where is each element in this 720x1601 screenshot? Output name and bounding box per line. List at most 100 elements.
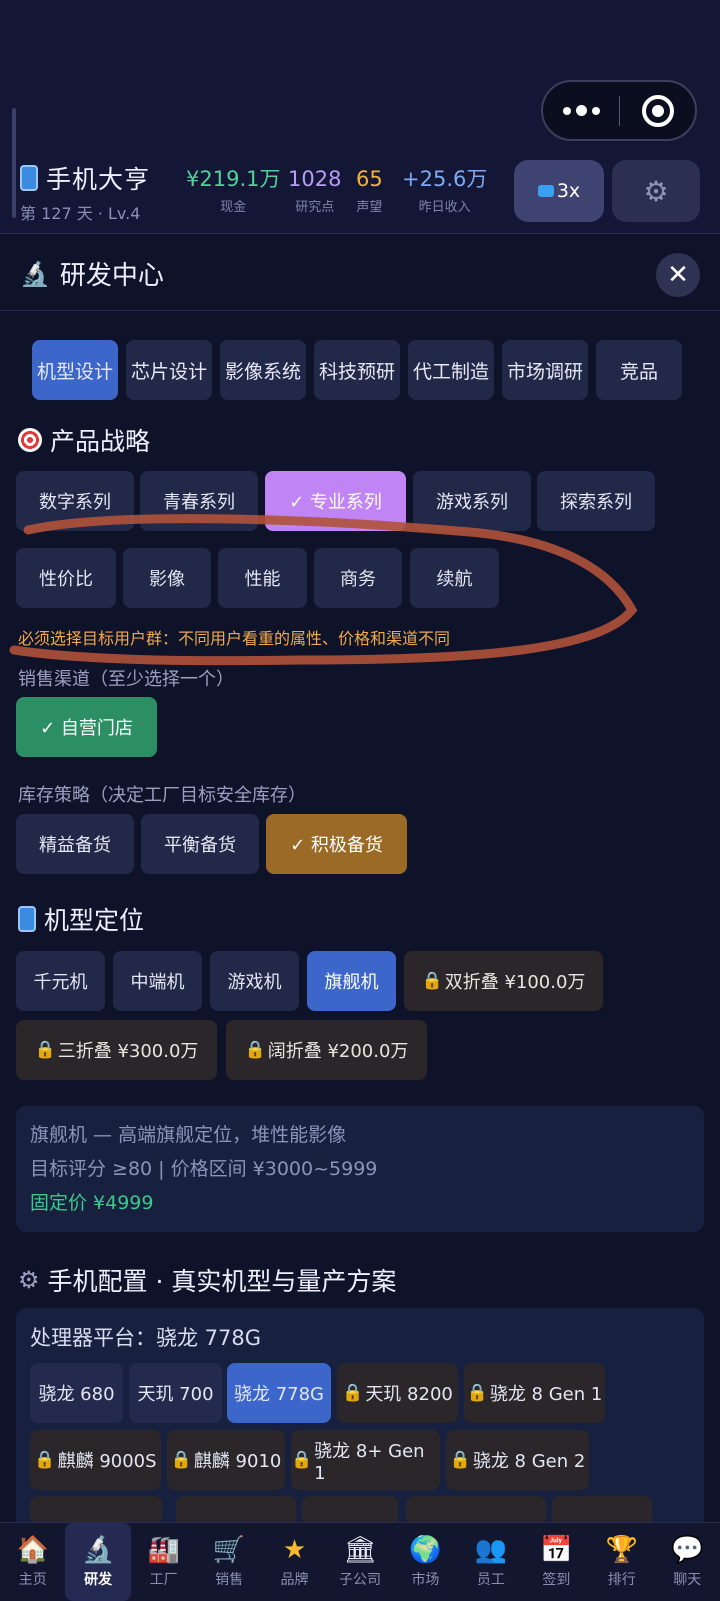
nav-chat[interactable]: 💬 聊天	[655, 1523, 720, 1601]
inventory-aggressive[interactable]: ✓ 积极备货	[266, 814, 407, 874]
lock-icon: 🔒	[34, 1040, 56, 1060]
stat-income: +25.6万 昨日收入	[402, 166, 487, 215]
tier-midrange[interactable]: 中端机	[113, 951, 202, 1011]
tier-dual-fold[interactable]: 🔒 双折叠 ¥100.0万	[404, 951, 603, 1011]
stat-research-value: 1028	[288, 167, 342, 191]
chip-option-locked[interactable]: 🔒 骁龙 8+ Gen 1	[291, 1430, 440, 1490]
trophy-icon: 🏆	[605, 1535, 638, 1565]
chip-option-selected[interactable]: 骁龙 778G	[227, 1363, 331, 1423]
nav-checkin-label: 签到	[542, 1572, 571, 1588]
nav-market[interactable]: 🌍 市场	[393, 1523, 458, 1601]
tier-tri-fold-label: 三折叠 ¥300.0万	[57, 1041, 199, 1062]
chip-option-locked[interactable]: 🔒 骁龙 8 Gen 1	[464, 1363, 605, 1423]
nav-checkin[interactable]: 📅 签到	[524, 1523, 589, 1601]
nav-brand[interactable]: ★ 品牌	[262, 1523, 327, 1601]
nav-brand-label: 品牌	[280, 1572, 309, 1588]
building-icon: 🏛	[343, 1535, 377, 1565]
series-pro[interactable]: ✓ 专业系列	[265, 471, 406, 531]
stat-income-label: 昨日收入	[418, 200, 471, 215]
chip-option-label: 天玑 8200	[365, 1384, 453, 1405]
close-button[interactable]: ✕	[656, 253, 700, 297]
speed-button[interactable]: 3x	[514, 160, 604, 222]
config-title-text: 手机配置 · 真实机型与量产方案	[47, 1267, 397, 1296]
series-gaming[interactable]: 游戏系列	[413, 471, 531, 531]
stat-cash: ¥219.1万 现金	[186, 166, 280, 215]
lock-icon: 🔒	[170, 1450, 192, 1470]
tab-oem[interactable]: 代工制造	[408, 340, 494, 400]
stat-research-label: 研究点	[295, 200, 335, 215]
chip-option[interactable]: 天玑 700	[129, 1363, 222, 1423]
tier-wide-fold[interactable]: 🔒 阔折叠 ¥200.0万	[226, 1020, 427, 1080]
rd-tabs: 机型设计 芯片设计 影像系统 科技预研 代工制造 市场调研 竞品	[32, 340, 682, 400]
nav-chat-label: 聊天	[673, 1572, 702, 1588]
tab-tech-research[interactable]: 科技预研	[314, 340, 400, 400]
nav-subsidiary[interactable]: 🏛 子公司	[327, 1523, 392, 1601]
audience-performance[interactable]: 性能	[218, 548, 307, 608]
settings-button[interactable]: ⚙	[612, 160, 700, 222]
stat-reputation-value: 65	[356, 167, 383, 191]
panel-title-text: 研发中心	[59, 261, 164, 291]
channel-own-store[interactable]: ✓ 自营门店	[16, 697, 157, 757]
series-digital[interactable]: 数字系列	[16, 471, 134, 531]
nav-factory-label: 工厂	[149, 1572, 178, 1588]
nav-staff[interactable]: 👥 员工	[458, 1523, 523, 1601]
audience-value[interactable]: 性价比	[16, 548, 116, 608]
tier-flagship[interactable]: 旗舰机	[307, 951, 396, 1011]
chip-option-locked[interactable]: 🔒 麒麟 9000S	[30, 1430, 161, 1490]
config-title: ⚙ 手机配置 · 真实机型与量产方案	[18, 1262, 396, 1298]
nav-subsidiary-label: 子公司	[338, 1572, 381, 1588]
stat-research: 1028 研究点	[288, 166, 341, 215]
inventory-balanced[interactable]: 平衡备货	[141, 814, 259, 874]
tier-gaming[interactable]: 游戏机	[210, 951, 299, 1011]
series-explore[interactable]: 探索系列	[537, 471, 655, 531]
scroll-indicator	[12, 108, 16, 218]
tab-model-design[interactable]: 机型设计	[32, 340, 118, 400]
close-program-icon[interactable]	[620, 94, 695, 127]
info-line-1: 旗舰机 — 高端旗舰定位，堆性能影像	[30, 1124, 347, 1146]
chip-option-label: 麒麟 9000S	[57, 1451, 157, 1472]
chip-option-locked[interactable]: 🔒 骁龙 8 Gen 2	[446, 1430, 589, 1490]
positioning-info-card: 旗舰机 — 高端旗舰定位，堆性能影像 目标评分 ≥80 | 价格区间 ¥3000…	[16, 1106, 704, 1232]
nav-home[interactable]: 🏠 主页	[0, 1523, 65, 1601]
tab-imaging[interactable]: 影像系统	[220, 340, 306, 400]
audience-battery[interactable]: 续航	[410, 548, 499, 608]
chip-option-locked[interactable]: 🔒 麒麟 9010	[167, 1430, 285, 1490]
chip-option-label: 麒麟 9010	[193, 1451, 282, 1472]
nav-ranking[interactable]: 🏆 排行	[589, 1523, 654, 1601]
info-fixed-price: 固定价 ¥4999	[30, 1192, 154, 1214]
tab-chip-design[interactable]: 芯片设计	[126, 340, 212, 400]
nav-research[interactable]: 🔬 研发	[65, 1523, 131, 1601]
gear-icon: ⚙	[643, 174, 669, 208]
people-icon: 👥	[474, 1535, 508, 1565]
tab-market-research[interactable]: 市场调研	[502, 340, 588, 400]
stat-cash-label: 现金	[220, 200, 247, 215]
chip-option-locked[interactable]: 🔒 天玑 8200	[337, 1363, 458, 1423]
stat-reputation-label: 声望	[356, 200, 383, 215]
miniprogram-capsule	[541, 80, 697, 141]
tier-tri-fold[interactable]: 🔒 三折叠 ¥300.0万	[16, 1020, 217, 1080]
chip-option-label: 骁龙 8+ Gen 1	[314, 1440, 425, 1484]
home-icon: 🏠	[16, 1535, 49, 1565]
tab-competitors[interactable]: 竞品	[596, 340, 682, 400]
chip-option[interactable]: 骁龙 680	[30, 1363, 123, 1423]
audience-business[interactable]: 商务	[314, 548, 402, 608]
strategy-title-text: 产品战略	[50, 427, 151, 456]
inventory-label: 库存策略（决定工厂目标安全库存）	[18, 785, 306, 806]
lock-icon: 🔒	[34, 1450, 56, 1470]
strategy-title: 产品战略	[18, 422, 150, 458]
bottom-nav: 🏠 主页 🔬 研发 🏭 工厂 🛒 销售 ★ 品牌 🏛 子公司 🌍 市场 👥 员工…	[0, 1522, 720, 1601]
nav-factory[interactable]: 🏭 工厂	[131, 1523, 196, 1601]
lock-icon: 🔒	[291, 1450, 313, 1470]
channel-label: 销售渠道（至少选择一个）	[18, 669, 234, 690]
factory-icon: 🏭	[147, 1535, 180, 1565]
tier-budget[interactable]: 千元机	[16, 951, 105, 1011]
series-youth[interactable]: 青春系列	[140, 471, 258, 531]
chip-option-label: 骁龙 8 Gen 2	[472, 1451, 586, 1472]
stat-reputation: 65 声望	[356, 166, 383, 215]
nav-sales[interactable]: 🛒 销售	[196, 1523, 261, 1601]
more-menu-icon[interactable]	[543, 82, 619, 139]
nav-staff-label: 员工	[476, 1572, 505, 1588]
inventory-lean[interactable]: 精益备货	[16, 814, 134, 874]
audience-imaging[interactable]: 影像	[123, 548, 211, 608]
tier-dual-fold-label: 双折叠 ¥100.0万	[444, 972, 586, 993]
